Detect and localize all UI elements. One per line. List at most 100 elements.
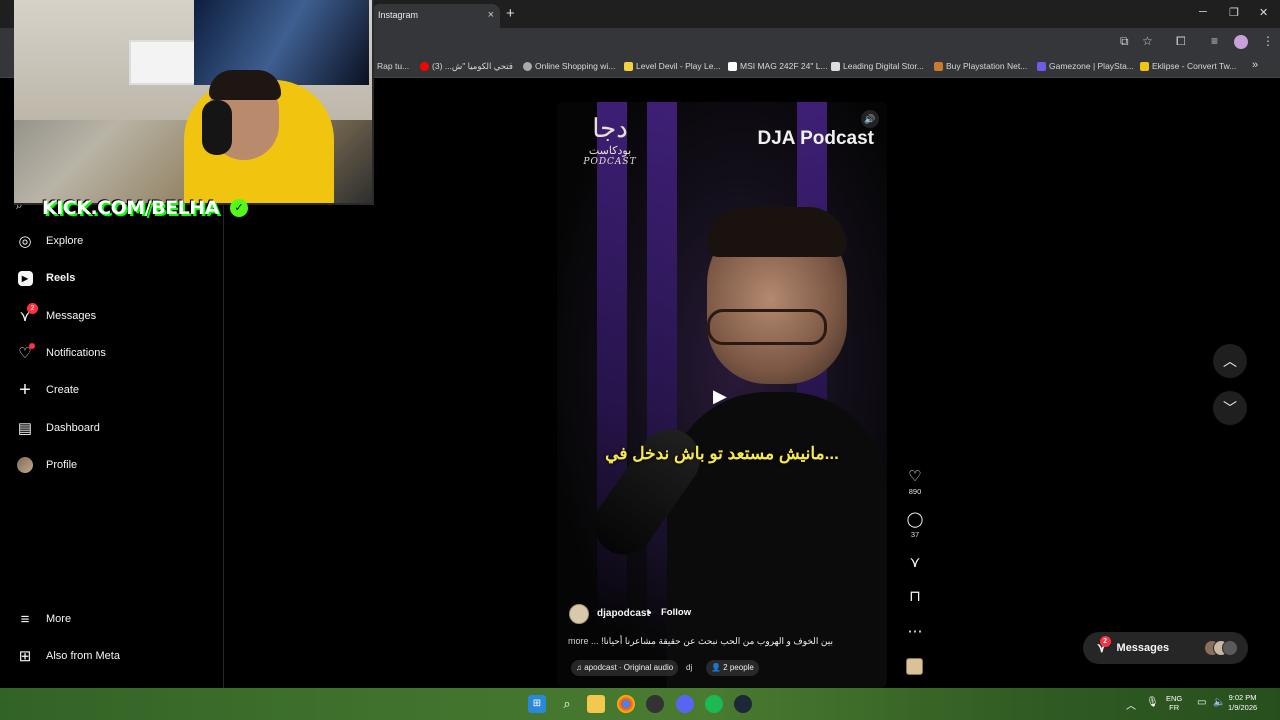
extensions-icon[interactable]: ⧠	[1176, 34, 1186, 49]
discord-icon[interactable]	[676, 695, 694, 713]
site-icon	[1037, 61, 1046, 71]
messages-icon: ⋎ 2	[1097, 636, 1111, 656]
media-control-icon[interactable]: ≡	[1211, 34, 1218, 48]
start-icon[interactable]: ⊞	[528, 695, 546, 713]
reel-video[interactable]: دجا بودكاست PODCAST DJA Podcast 🔊 ▶ ماني…	[557, 102, 887, 688]
chrome-icon[interactable]	[617, 695, 635, 713]
audio-tag: dj	[686, 663, 693, 672]
reel-caption: بين الخوف و الهروب من الحب نبحث عن حقيقة…	[601, 636, 833, 646]
sidebar-item-messages[interactable]: ⋎ 2 Messages	[16, 303, 96, 328]
bookmark-item[interactable]: MSI MAG 242F 24" L...	[728, 61, 828, 71]
previous-reel-button[interactable]: ︿	[1213, 344, 1247, 378]
video-subtitle: مانيش مستعد تو باش ندخل في...	[605, 444, 839, 463]
next-reel-button[interactable]: ﹀	[1213, 391, 1247, 425]
bookmark-item[interactable]: Leading Digital Stor...	[831, 61, 924, 71]
comment-button[interactable]: ◯ 37	[906, 510, 924, 539]
system-clock[interactable]: 9:02 PM 1/9/2026	[1228, 693, 1257, 713]
sound-icon[interactable]: 🔊	[861, 110, 879, 128]
sidebar-item-dashboard[interactable]: ▤ Dashboard	[16, 416, 100, 440]
bookmark-icon: ⊓	[909, 588, 921, 605]
site-icon	[624, 61, 633, 71]
meta-apps-icon: ⊞	[18, 648, 32, 665]
notification-dot	[29, 343, 35, 349]
restore-button[interactable]: ❐	[1229, 6, 1239, 19]
messages-icon: ⋎ 2	[16, 303, 38, 325]
comment-count: 37	[910, 530, 920, 539]
like-button[interactable]: ♡ 890	[906, 467, 924, 496]
more-options-button[interactable]: ⋯	[906, 622, 924, 640]
microphone-icon[interactable]: 🎙	[1146, 697, 1159, 708]
network-icon[interactable]: ▭	[1197, 697, 1206, 708]
site-icon	[934, 61, 943, 71]
profile-avatar-icon[interactable]	[1234, 35, 1248, 49]
play-icon[interactable]: ▶	[713, 386, 727, 407]
avatar	[17, 457, 33, 473]
youtube-icon	[420, 62, 429, 71]
verified-icon: ✓	[230, 199, 248, 217]
message-avatars	[1204, 640, 1238, 656]
avatar	[1222, 640, 1238, 656]
sidebar-item-profile[interactable]: Profile	[16, 453, 77, 477]
follow-button[interactable]: Follow	[655, 603, 697, 623]
podcast-title: DJA Podcast	[757, 128, 875, 149]
language-indicator[interactable]: ENG FR	[1166, 694, 1182, 712]
bookmark-item[interactable]: Online Shopping wi...	[523, 61, 615, 71]
tagged-people-button[interactable]: 👤 2 people	[706, 660, 759, 676]
site-icon	[831, 61, 840, 71]
file-explorer-icon[interactable]	[587, 695, 605, 713]
bookmark-item[interactable]: Buy Playstation Net...	[934, 61, 1027, 71]
site-icon	[728, 61, 737, 71]
menu-icon: ≡	[20, 610, 30, 628]
dashboard-icon: ▤	[17, 420, 33, 437]
bookmark-item[interactable]: Level Devil - Play Le...	[624, 61, 721, 71]
share-button[interactable]: ⋎	[906, 553, 924, 571]
sidebar-item-reels[interactable]: ▶ Reels	[16, 266, 75, 290]
reel-username[interactable]: djapodcast	[597, 608, 650, 619]
search-icon[interactable]: ⌕	[558, 695, 576, 713]
minimize-button[interactable]: ─	[1199, 6, 1207, 18]
install-app-icon[interactable]: ⧉	[1120, 34, 1129, 49]
bookmarks-overflow-icon[interactable]: »	[1252, 59, 1258, 71]
avatar[interactable]	[569, 604, 589, 624]
site-icon	[1140, 61, 1149, 71]
heart-icon: ♡	[908, 468, 922, 485]
tray-overflow-icon[interactable]: ︿	[1126, 697, 1136, 712]
sidebar-item-also-from-meta[interactable]: ⊞ Also from Meta	[16, 644, 120, 668]
bookmark-item[interactable]: Rap tu...	[377, 61, 409, 71]
bookmark-item[interactable]: فتحي الكوميا "ش... (3)	[420, 61, 513, 72]
messages-badge: 2	[27, 303, 38, 314]
sidebar-item-create[interactable]: + Create	[16, 378, 79, 402]
like-count: 890	[908, 487, 922, 496]
separator-dot: •	[648, 608, 652, 619]
bookmark-item[interactable]: Eklipse - Convert Tw...	[1140, 61, 1236, 71]
tab-close-icon[interactable]: ×	[488, 9, 494, 21]
heart-icon: ♡	[16, 343, 35, 362]
chevron-down-icon: ﹀	[1223, 400, 1237, 416]
tab-title: Instagram	[378, 10, 419, 20]
sidebar-item-more[interactable]: ≡ More	[16, 607, 71, 631]
volume-icon[interactable]: 🔈	[1213, 697, 1225, 708]
compass-icon: ◎	[18, 233, 32, 250]
bookmark-item[interactable]: Gamezone | PlaySta...	[1037, 61, 1134, 71]
new-tab-button[interactable]: +	[506, 5, 515, 22]
sidebar-item-notifications[interactable]: ♡ Notifications	[16, 341, 106, 365]
browser-menu-icon[interactable]: ⋮	[1262, 34, 1274, 48]
site-icon	[523, 61, 532, 71]
reels-icon: ▶	[16, 269, 34, 287]
more-icon: ⋯	[907, 623, 923, 640]
kick-channel-label: KICK.COM/BELHA	[42, 197, 219, 219]
save-button[interactable]: ⊓	[906, 587, 924, 605]
spotify-icon[interactable]	[705, 695, 723, 713]
tab-instagram[interactable]: Instagram ×	[372, 4, 500, 28]
original-audio-link[interactable]: ♫ apodcast · Original audio	[571, 660, 679, 676]
sidebar-item-explore[interactable]: ◎ Explore	[16, 229, 83, 253]
messages-badge: 2	[1099, 636, 1111, 647]
audio-thumbnail[interactable]	[906, 658, 923, 675]
steam-icon[interactable]	[734, 695, 752, 713]
caption-more-link[interactable]: more ...	[568, 636, 599, 646]
app-icon[interactable]	[646, 695, 664, 713]
bookmark-star-icon[interactable]: ☆	[1142, 34, 1153, 48]
close-window-button[interactable]: ✕	[1259, 6, 1268, 19]
send-icon: ⋎	[909, 554, 921, 571]
chevron-up-icon: ︿	[1223, 353, 1237, 369]
